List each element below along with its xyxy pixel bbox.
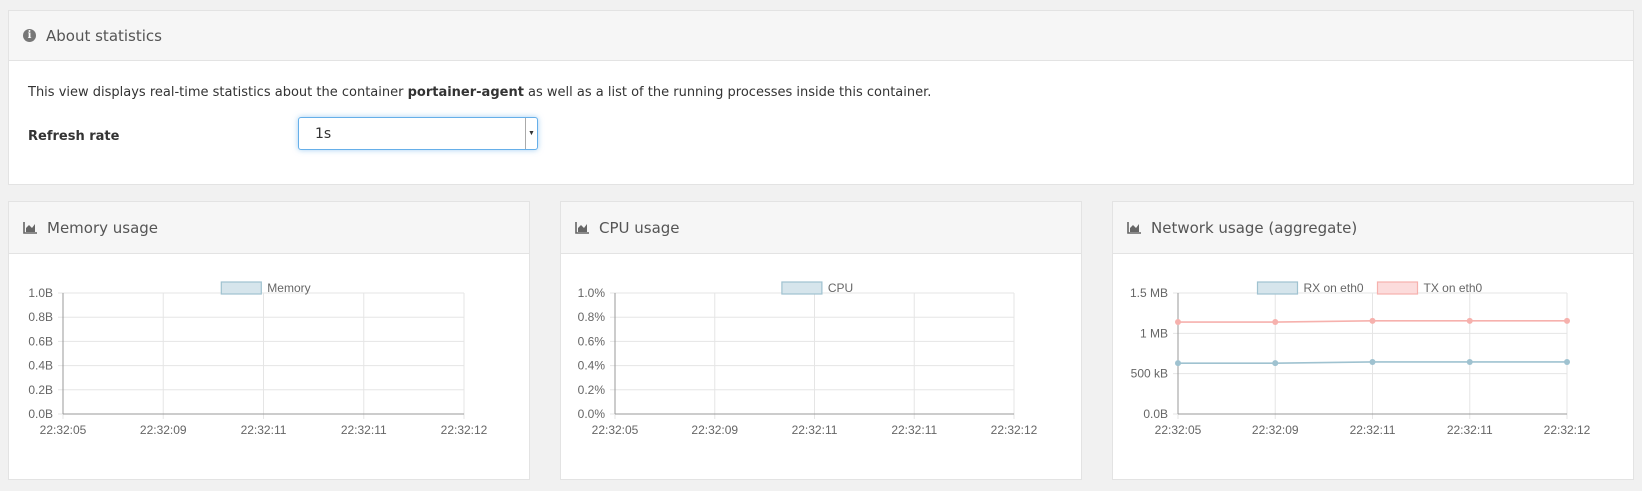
x-tick-label: 22:32:11 xyxy=(891,423,937,437)
legend-label: CPU xyxy=(828,281,853,295)
x-tick-label: 22:32:09 xyxy=(140,423,187,437)
y-tick-label: 0.6B xyxy=(28,334,53,348)
network-usage-title: Network usage (aggregate) xyxy=(1151,218,1358,237)
y-tick-label: 0.8B xyxy=(28,310,53,324)
x-tick-label: 22:32:11 xyxy=(341,423,387,437)
y-tick-label: 1 MB xyxy=(1140,326,1168,340)
x-tick-label: 22:32:11 xyxy=(792,423,838,437)
y-tick-label: 0.8% xyxy=(578,310,606,324)
data-point xyxy=(1175,360,1181,367)
y-tick-label: 0.0B xyxy=(28,407,53,421)
caret-down-icon[interactable]: ▼ xyxy=(525,118,537,149)
legend-swatch xyxy=(1376,281,1419,295)
cpu-usage-panel: CPU usage 0.0% 0.2% 0.4% 0.6% 0.8% 1.0% 22:32:… xyxy=(560,201,1082,480)
legend-swatch xyxy=(781,281,823,295)
data-point xyxy=(1369,317,1376,324)
legend-swatch xyxy=(220,281,262,295)
about-statistics-panel: i About statistics This view displays re… xyxy=(8,10,1634,185)
y-tick-label: 0.0% xyxy=(578,407,606,421)
legend-label: Memory xyxy=(267,281,310,295)
memory-chart: 0.0B 0.2B 0.4B 0.6B 0.8B 1.0B 22:32:05 22:32:09… xyxy=(28,281,488,437)
x-tick-label: 22:32:12 xyxy=(1544,423,1591,437)
about-text-before: This view displays real-time statistics … xyxy=(28,85,408,100)
refresh-rate-value: 1s xyxy=(315,126,332,142)
cpu-usage-title: CPU usage xyxy=(599,218,680,237)
memory-usage-title: Memory usage xyxy=(47,218,159,237)
cpu-chart: 0.0% 0.2% 0.4% 0.6% 0.8% 1.0% 22:32:05 22:32:09… xyxy=(578,281,1038,437)
x-tick-label: 22:32:11 xyxy=(1447,423,1493,437)
x-tick-label: 22:32:09 xyxy=(691,423,738,437)
x-tick-label: 22:32:05 xyxy=(40,423,87,437)
y-tick-label: 0.4% xyxy=(578,359,606,373)
about-text-after: as well as a list of the running process… xyxy=(523,85,932,100)
y-tick-label: 0.4B xyxy=(28,359,53,373)
y-tick-label: 1.0% xyxy=(578,286,606,300)
network-usage-header: Network usage (aggregate) xyxy=(1113,202,1633,254)
y-tick-label: 500 kB xyxy=(1131,367,1168,381)
y-tick-label: 0.2B xyxy=(28,383,53,397)
y-tick-label: 0.6% xyxy=(578,334,606,348)
refresh-rate-label: Refresh rate xyxy=(28,129,120,144)
network-chart: 0.0B 500 kB 1 MB 1.5 MB 22:32:05 22:32:09 22:3… xyxy=(1130,281,1591,437)
area-chart-icon xyxy=(1127,221,1141,234)
about-statistics-header: i About statistics xyxy=(9,11,1633,61)
about-description: This view displays real-time statistics … xyxy=(28,85,931,100)
area-chart-icon xyxy=(575,221,589,234)
data-point xyxy=(1466,358,1473,365)
x-tick-label: 22:32:12 xyxy=(441,423,488,437)
y-tick-label: 0.0B xyxy=(1143,407,1168,421)
data-point xyxy=(1272,360,1279,367)
legend-swatch xyxy=(1256,281,1299,295)
data-point xyxy=(1466,317,1473,324)
x-tick-label: 22:32:11 xyxy=(241,423,287,437)
cpu-usage-header: CPU usage xyxy=(561,202,1081,254)
about-statistics-title: About statistics xyxy=(46,26,162,45)
legend-label: TX on eth0 xyxy=(1424,281,1483,295)
data-point xyxy=(1272,319,1279,326)
x-tick-label: 22:32:09 xyxy=(1252,423,1299,437)
y-tick-label: 1.0B xyxy=(28,286,53,300)
refresh-rate-select[interactable]: 1s ▼ xyxy=(298,117,538,150)
memory-usage-header: Memory usage xyxy=(9,202,529,254)
x-tick-label: 22:32:05 xyxy=(592,423,639,437)
memory-usage-panel: Memory usage 0.0B 0.2B 0.4B 0.6B 0.8B 1.0B 22:… xyxy=(8,201,530,480)
container-name: portainer-agent xyxy=(407,85,524,100)
y-tick-label: 0.2% xyxy=(578,383,606,397)
area-chart-icon xyxy=(23,221,37,234)
data-point xyxy=(1369,358,1376,365)
data-point xyxy=(1564,317,1570,324)
legend-label: RX on eth0 xyxy=(1304,281,1364,295)
network-usage-panel: Network usage (aggregate) 0.0B 500 kB 1 MB… xyxy=(1112,201,1634,480)
info-circle-icon: i xyxy=(23,29,36,42)
data-point xyxy=(1175,319,1181,326)
data-point xyxy=(1564,358,1570,365)
x-tick-label: 22:32:11 xyxy=(1350,423,1396,437)
x-tick-label: 22:32:05 xyxy=(1155,423,1202,437)
y-tick-label: 1.5 MB xyxy=(1130,286,1168,300)
x-tick-label: 22:32:12 xyxy=(991,423,1038,437)
